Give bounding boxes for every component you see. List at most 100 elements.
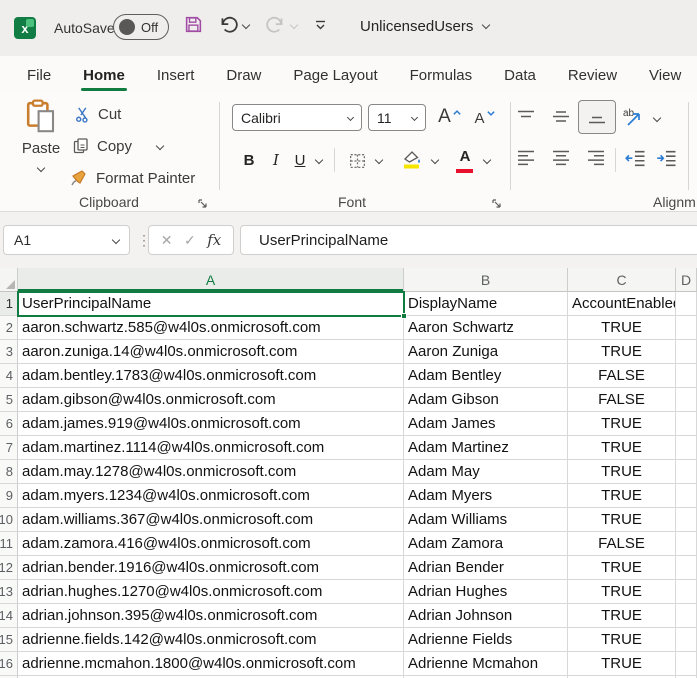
bold-button[interactable]: B [236,146,262,174]
decrease-indent-button[interactable] [621,146,649,170]
font-size-select[interactable]: 11 [368,104,426,131]
row-header-3[interactable]: 3 [0,340,18,364]
cell-D2[interactable] [676,316,697,340]
tab-data[interactable]: Data [488,56,552,94]
cell-A14[interactable]: adrian.johnson.395@w4l0s.onmicrosoft.com [18,604,404,628]
row-header-9[interactable]: 9 [0,484,18,508]
fill-color-button[interactable] [398,144,426,174]
orientation-dropdown-icon[interactable] [653,114,661,122]
align-top-button[interactable] [513,106,539,128]
tab-review[interactable]: Review [552,56,633,94]
cell-A1[interactable]: UserPrincipalName [18,292,404,316]
tab-file[interactable]: File [11,56,67,94]
decrease-font-size-button[interactable]: A [470,106,500,130]
format-painter-button[interactable]: Format Painter [70,166,195,190]
cell-B11[interactable]: Adam Zamora [404,532,568,556]
cell-D9[interactable] [676,484,697,508]
cell-A4[interactable]: adam.bentley.1783@w4l0s.onmicrosoft.com [18,364,404,388]
align-bottom-button[interactable] [578,100,616,134]
cell-B3[interactable]: Aaron Zuniga [404,340,568,364]
borders-dropdown-icon[interactable] [375,156,383,164]
increase-indent-button[interactable] [652,146,680,170]
cell-B4[interactable]: Adam Bentley [404,364,568,388]
cell-B2[interactable]: Aaron Schwartz [404,316,568,340]
cancel-icon[interactable]: ✕ [161,232,173,249]
enter-icon[interactable]: ✓ [184,232,196,249]
row-header-6[interactable]: 6 [0,412,18,436]
cell-C6[interactable]: TRUE [568,412,676,436]
row-header-2[interactable]: 2 [0,316,18,340]
cell-B5[interactable]: Adam Gibson [404,388,568,412]
cell-C7[interactable]: TRUE [568,436,676,460]
cell-D11[interactable] [676,532,697,556]
cell-D8[interactable] [676,460,697,484]
excel-logo-icon[interactable]: x [14,17,36,39]
undo-dropdown-icon[interactable] [242,21,250,29]
cell-A7[interactable]: adam.martinez.1114@w4l0s.onmicrosoft.com [18,436,404,460]
cell-B13[interactable]: Adrian Hughes [404,580,568,604]
row-header-16[interactable]: 16 [0,652,18,676]
row-header-1[interactable]: 1 [0,292,18,316]
cell-C9[interactable]: TRUE [568,484,676,508]
copy-dropdown-icon[interactable] [156,142,164,150]
cell-C4[interactable]: FALSE [568,364,676,388]
save-button[interactable] [184,15,203,34]
paste-button[interactable]: Paste [14,98,68,190]
cell-A15[interactable]: adrienne.fields.142@w4l0s.onmicrosoft.co… [18,628,404,652]
undo-button[interactable] [218,15,249,35]
row-header-4[interactable]: 4 [0,364,18,388]
font-color-dropdown-icon[interactable] [483,156,491,164]
cell-A13[interactable]: adrian.hughes.1270@w4l0s.onmicrosoft.com [18,580,404,604]
copy-button[interactable]: Copy [72,134,163,158]
cell-B8[interactable]: Adam May [404,460,568,484]
row-header-11[interactable]: 11 [0,532,18,556]
cell-D10[interactable] [676,508,697,532]
cell-C13[interactable]: TRUE [568,580,676,604]
cell-C5[interactable]: FALSE [568,388,676,412]
cell-B10[interactable]: Adam Williams [404,508,568,532]
cell-A16[interactable]: adrienne.mcmahon.1800@w4l0s.onmicrosoft.… [18,652,404,676]
font-name-select[interactable]: Calibri [232,104,362,131]
cell-A9[interactable]: adam.myers.1234@w4l0s.onmicrosoft.com [18,484,404,508]
tab-draw[interactable]: Draw [210,56,277,94]
cell-D12[interactable] [676,556,697,580]
cell-D15[interactable] [676,628,697,652]
tab-page-layout[interactable]: Page Layout [277,56,393,94]
row-header-12[interactable]: 12 [0,556,18,580]
cell-D16[interactable] [676,652,697,676]
font-color-button[interactable]: A [452,144,478,174]
cell-C15[interactable]: TRUE [568,628,676,652]
cell-D4[interactable] [676,364,697,388]
row-header-8[interactable]: 8 [0,460,18,484]
cell-B6[interactable]: Adam James [404,412,568,436]
cell-B14[interactable]: Adrian Johnson [404,604,568,628]
workbook-title[interactable]: UnlicensedUsers [360,18,489,35]
cell-C8[interactable]: TRUE [568,460,676,484]
clipboard-dialog-launcher[interactable] [197,196,209,208]
column-header-B[interactable]: B [404,268,568,292]
row-header-15[interactable]: 15 [0,628,18,652]
cell-B16[interactable]: Adrienne Mcmahon [404,652,568,676]
column-header-C[interactable]: C [568,268,676,292]
align-left-button[interactable] [513,146,539,170]
customize-quick-access-button[interactable] [314,20,327,31]
align-center-button[interactable] [548,146,574,170]
increase-font-size-button[interactable]: A [434,104,466,130]
fill-color-dropdown-icon[interactable] [431,156,439,164]
row-header-10[interactable]: 10 [0,508,18,532]
cell-A11[interactable]: adam.zamora.416@w4l0s.onmicrosoft.com [18,532,404,556]
cell-D13[interactable] [676,580,697,604]
column-header-A[interactable]: A [18,268,404,292]
tab-formulas[interactable]: Formulas [394,56,489,94]
row-header-5[interactable]: 5 [0,388,18,412]
cell-A2[interactable]: aaron.schwartz.585@w4l0s.onmicrosoft.com [18,316,404,340]
cell-B1[interactable]: DisplayName [404,292,568,316]
cell-C2[interactable]: TRUE [568,316,676,340]
row-header-7[interactable]: 7 [0,436,18,460]
cell-C14[interactable]: TRUE [568,604,676,628]
formula-input[interactable]: UserPrincipalName [240,225,697,255]
cell-C1[interactable]: AccountEnabled [568,292,676,316]
tab-home[interactable]: Home [67,56,141,94]
name-box[interactable]: A1 [3,225,130,255]
cell-B9[interactable]: Adam Myers [404,484,568,508]
